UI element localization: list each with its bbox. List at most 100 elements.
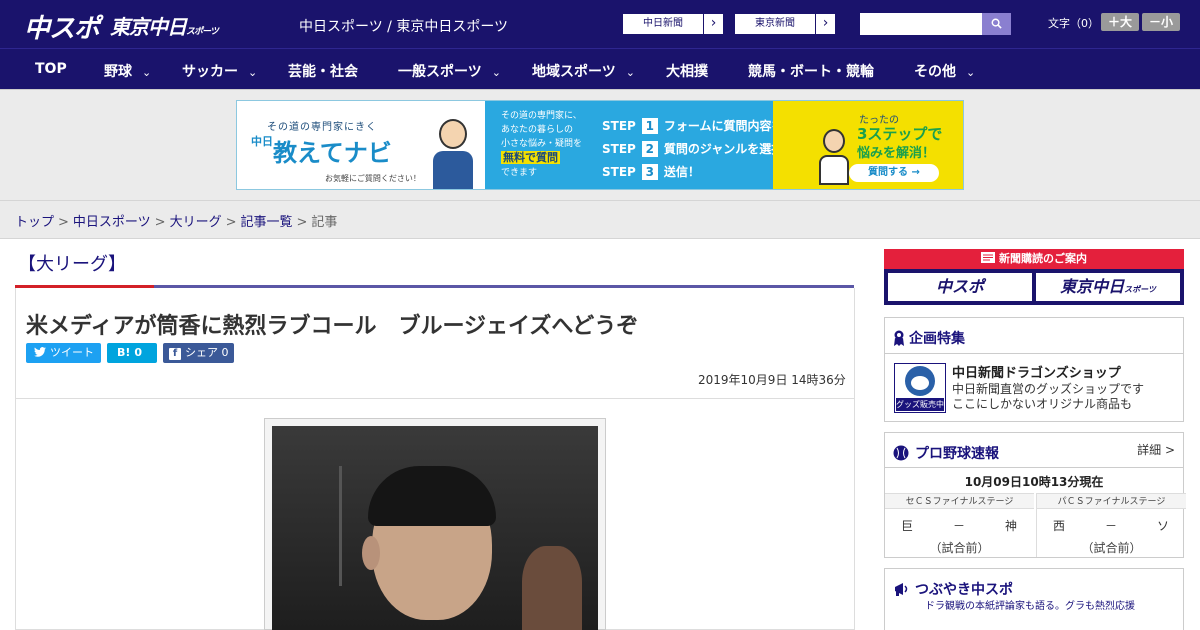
nav-item-entertainment[interactable]: 芸能・社会 bbox=[288, 61, 358, 81]
ad-step: STEP 3 送信！ bbox=[602, 163, 700, 180]
chevron-down-icon: ⌄ bbox=[142, 66, 152, 79]
breadcrumb-link-top[interactable]: トップ bbox=[15, 215, 54, 230]
category-label: 【大リーグ】 bbox=[18, 254, 126, 275]
tokyo-shimbun-link[interactable]: 東京新聞 › bbox=[734, 13, 836, 35]
facebook-share-label: シェア bbox=[185, 346, 218, 359]
game-card-central[interactable]: セＣＳファイナルステージ 巨 － 神 （試合前） bbox=[885, 493, 1034, 557]
nav-item-soccer[interactable]: サッカー ⌄ bbox=[182, 61, 257, 81]
ad-description-text: その道の専門家に、 あなたの暮らしの 小さな悩み・疑問を 無料で質問 できます bbox=[501, 109, 582, 180]
chunichi-shimbun-link[interactable]: 中日新聞 › bbox=[622, 13, 724, 35]
ad-cta-text: 悩みを解消！ bbox=[857, 146, 936, 161]
chevron-down-icon: ⌄ bbox=[966, 66, 976, 79]
hatena-bookmark-button[interactable]: B! 0 bbox=[107, 343, 157, 363]
search-button[interactable] bbox=[982, 13, 1011, 35]
ad-mid-line: 小さな悩み・疑問を bbox=[501, 139, 583, 149]
breadcrumb-separator: > bbox=[225, 215, 237, 230]
tweet-label: ツイート bbox=[50, 346, 94, 359]
score-dash: － bbox=[1105, 519, 1118, 533]
scores-detail-link[interactable]: 詳細 > bbox=[1137, 441, 1175, 458]
step-text: 送信！ bbox=[663, 165, 700, 179]
thumb-label: グッズ販売中 bbox=[896, 398, 944, 411]
dragons-shop-thumbnail[interactable]: グッズ販売中 bbox=[894, 363, 946, 413]
ad-question-button[interactable]: 質問する → bbox=[849, 164, 939, 182]
game-card-pacific[interactable]: パＣＳファイナルステージ 西 － ソ （試合前） bbox=[1037, 493, 1186, 557]
ad-brand-prefix: 中日 bbox=[251, 135, 273, 148]
hatena-icon: B! bbox=[117, 346, 131, 359]
tweet-button[interactable]: ツイート bbox=[26, 343, 101, 363]
font-decrease-button[interactable]: －小 bbox=[1142, 13, 1180, 31]
breadcrumb-link-mlb[interactable]: 大リーグ bbox=[170, 215, 222, 230]
top-header: 中スポ 東京中日スポーツ 中日スポーツ / 東京中日スポーツ 中日新聞 › 東京… bbox=[0, 0, 1200, 48]
game-stage: セＣＳファイナルステージ bbox=[885, 493, 1034, 509]
chuspo-logo[interactable]: 中スポ bbox=[24, 8, 100, 45]
home-team: 西 bbox=[1053, 519, 1066, 533]
paper-link-label: 東京新聞 bbox=[755, 18, 795, 29]
ad-cta-area: たったの 3ステップで 悩みを解消！ 質問する → bbox=[773, 101, 963, 189]
step-number: 1 bbox=[641, 118, 658, 134]
nav-label: 地域スポーツ bbox=[532, 64, 616, 80]
tokyo-logo-text: 東京中日 bbox=[110, 15, 187, 39]
ad-brand-text: 教えてナビ bbox=[273, 139, 392, 167]
article-headline: 米メディアが筒香に熱烈ラブコール ブルージェイズへどうぞ bbox=[26, 314, 639, 339]
breadcrumb-link-chunichi-sports[interactable]: 中日スポーツ bbox=[73, 215, 151, 230]
step-number: 2 bbox=[641, 141, 658, 157]
search-icon bbox=[991, 18, 1002, 29]
score-dash: － bbox=[953, 519, 966, 533]
nav-item-racing[interactable]: 競馬・ボート・競輪 bbox=[748, 61, 874, 81]
ad-description: その道の専門家に、 あなたの暮らしの 小さな悩み・疑問を 無料で質問 できます bbox=[485, 101, 590, 189]
nav-item-sumo[interactable]: 大相撲 bbox=[666, 61, 708, 81]
article-date: 2019年10月9日 14時36分 bbox=[698, 373, 846, 387]
article-photo[interactable] bbox=[272, 426, 598, 630]
tsubuyaki-subtitle: ドラ観戦の本紙評論家も語る。グラも熱烈応援 bbox=[925, 601, 1135, 612]
shop-desc-line: ここにしかないオリジナル商品も bbox=[952, 397, 1133, 411]
subscription-title-text: 新聞購読のご案内 bbox=[999, 252, 1087, 265]
special-features-title: 企画特集 bbox=[893, 328, 965, 348]
panel-divider bbox=[885, 353, 1183, 354]
breadcrumb-separator: > bbox=[154, 215, 166, 230]
ad-mid-line: その道の専門家に、 bbox=[501, 111, 582, 121]
tsubuyaki-panel: つぶやき中スポ ドラ観戦の本紙評論家も語る。グラも熱烈応援 bbox=[884, 568, 1184, 630]
dragons-shop-link[interactable]: 中日新聞ドラゴンズショップ bbox=[952, 362, 1121, 381]
baseball-icon bbox=[893, 445, 909, 461]
step-prefix: STEP bbox=[602, 165, 636, 179]
breadcrumb: トップ > 中日スポーツ > 大リーグ > 記事一覧 > 記事 bbox=[15, 211, 337, 230]
special-features-label: 企画特集 bbox=[909, 331, 965, 347]
breadcrumb-current: 記事 bbox=[311, 215, 338, 230]
nav-item-general-sports[interactable]: 一般スポーツ ⌄ bbox=[398, 61, 501, 81]
step-prefix: STEP bbox=[602, 142, 636, 156]
paper-link-label: 中日新聞 bbox=[643, 18, 683, 29]
search-input[interactable] bbox=[860, 13, 982, 35]
font-increase-button[interactable]: ＋大 bbox=[1101, 13, 1139, 31]
nav-label: TOP bbox=[35, 61, 67, 77]
breadcrumb-separator: > bbox=[58, 215, 69, 230]
subscription-title: 新聞購読のご案内 bbox=[884, 249, 1184, 269]
nav-label: 芸能・社会 bbox=[288, 64, 358, 80]
ad-illustration bbox=[433, 115, 473, 189]
site-title: 中日スポーツ / 東京中日スポーツ bbox=[299, 19, 509, 35]
facebook-share-button[interactable]: f シェア 0 bbox=[163, 343, 234, 363]
tokyo-chunichi-logo[interactable]: 東京中日スポーツ bbox=[110, 11, 219, 40]
scores-timestamp: 10月09日10時13分現在 bbox=[964, 475, 1104, 489]
ad-mid-line: できます bbox=[501, 168, 538, 178]
nav-label: 一般スポーツ bbox=[398, 64, 482, 80]
nav-item-top[interactable]: TOP bbox=[35, 61, 67, 77]
shop-desc-line: 中日新聞直営のグッズショップです bbox=[952, 382, 1145, 396]
nav-label: 競馬・ボート・競輪 bbox=[748, 64, 874, 80]
subscribe-tokyo-chunichi-button[interactable]: 東京中日スポーツ bbox=[1036, 273, 1180, 301]
main-nav: TOP 野球 ⌄ サッカー ⌄ 芸能・社会 一般スポーツ ⌄ 地域スポーツ ⌄ 大相撲 … bbox=[0, 48, 1200, 89]
ad-banner[interactable]: その道の専門家にきく 中日教えてナビ お気軽にご質問ください！ その道の専門家に… bbox=[236, 100, 964, 190]
home-team: 巨 bbox=[901, 519, 914, 533]
ad-steps: STEP 1 フォームに質問内容を入力 STEP 2 質問のジャンルを選択 STEP 3 送… bbox=[590, 101, 807, 189]
facebook-icon: f bbox=[169, 348, 181, 360]
breadcrumb-link-article-list[interactable]: 記事一覧 bbox=[241, 215, 293, 230]
nav-item-local-sports[interactable]: 地域スポーツ ⌄ bbox=[532, 61, 635, 81]
newspaper-icon bbox=[981, 252, 995, 263]
game-stage: パＣＳファイナルステージ bbox=[1037, 493, 1186, 509]
ad-cta-text: 3ステップで bbox=[857, 125, 943, 143]
nav-item-other[interactable]: その他 ⌄ bbox=[914, 61, 975, 81]
game-status: （試合前） bbox=[929, 541, 990, 555]
megaphone-icon bbox=[895, 583, 908, 596]
nav-item-baseball[interactable]: 野球 ⌄ bbox=[104, 61, 151, 81]
tsubuyaki-title[interactable]: つぶやき中スポ bbox=[893, 579, 1013, 599]
subscribe-chuspo-button[interactable]: 中スポ bbox=[888, 273, 1032, 301]
